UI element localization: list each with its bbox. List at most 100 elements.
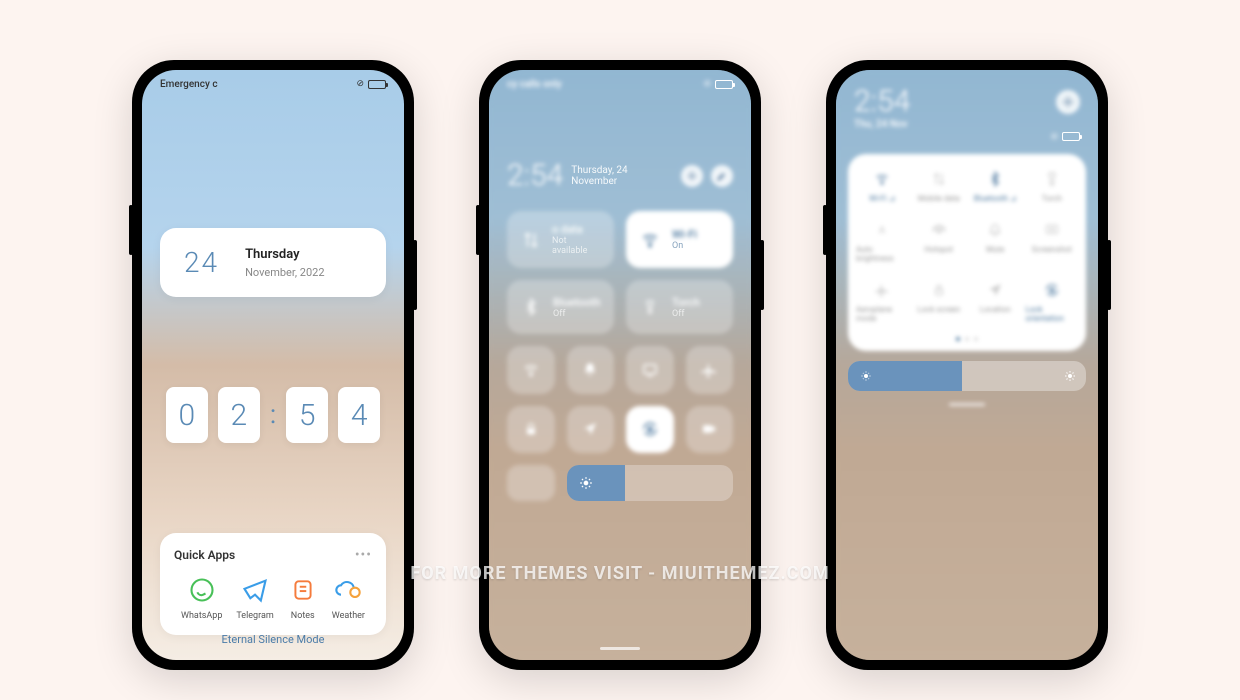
app-telegram[interactable]: Telegram [236,575,273,621]
date-weekday: Thursday [245,247,324,262]
date-widget[interactable]: 24 Thursday November, 2022 [160,228,386,297]
tile-bluetooth[interactable]: Bluetooth Off [507,280,614,334]
edit-button[interactable] [711,165,733,187]
mute-icon: ⊘ [703,79,711,89]
toggle-label: Auto brightness [856,245,909,263]
brightness-a-icon: A [874,221,890,239]
quick-apps-card: Quick Apps ••• WhatsApp Telegram [160,533,386,635]
theme-name-label: Eternal Silence Mode [142,633,404,646]
ns-date: Thu, 24 Nov [854,119,1080,130]
rotate-icon [1044,281,1060,299]
app-weather[interactable]: Weather [332,575,365,621]
notes-icon [288,575,318,605]
date-day: 24 [184,246,219,279]
lock-icon [931,281,947,299]
toggle-wifi[interactable]: Wi-Fi ⊿ [856,170,909,203]
toggle-bell[interactable]: Mute [969,221,1022,263]
wifi-icon [638,230,662,250]
toggle-wifi[interactable] [507,346,555,394]
phone-mockup-notification-shade: 2:54 Thu, 24 Nov ⊘ Wi-Fi ⊿Mobile dataBlu… [826,60,1108,670]
toggle-rotate[interactable]: Lock orientation [1026,281,1079,323]
brightness-low-icon [860,370,872,382]
torch-icon [1044,170,1060,188]
toggle-lock[interactable]: Lock screen [913,281,966,323]
auto-brightness-toggle[interactable] [507,465,555,501]
clock-digit: 4 [338,387,380,443]
svg-text:A: A [879,225,886,236]
whatsapp-icon [187,575,217,605]
toggle-torch[interactable]: Torch [1026,170,1079,203]
toggle-rotation-lock[interactable] [626,406,674,454]
battery-icon [368,80,386,89]
brightness-icon [579,476,593,490]
telegram-icon [240,575,270,605]
bluetooth-icon [987,170,1003,188]
toggle-label: Hotspot [924,245,953,254]
wifi-icon [874,170,890,188]
brightness-slider[interactable] [848,361,1086,391]
toggle-label: Torch [1042,194,1062,203]
clock-digit: 5 [286,387,328,443]
toggle-lock[interactable] [507,406,555,454]
mute-icon: ⊘ [1050,132,1058,142]
status-carrier: Emergency c [160,79,218,90]
tile-wifi[interactable]: Wi-Fi On [626,211,733,268]
status-icons: ⊘ [703,79,733,89]
toggle-hotspot[interactable]: Hotspot [913,221,966,263]
status-bar: cy calls only ⊘ [489,70,751,98]
toggle-airplane[interactable]: Aeroplane mode [856,281,909,323]
app-notes[interactable]: Notes [288,575,318,621]
toggle-location[interactable] [567,406,615,454]
toggle-label: Bluetooth ⊿ [974,194,1017,203]
more-button[interactable]: ••• [355,547,372,563]
brightness-slider[interactable] [567,465,733,501]
screenshot-icon [1044,221,1060,239]
toggle-airplane[interactable] [686,346,734,394]
phone-mockup-control-center: cy calls only ⊘ 2:54 Thursday, 24 Novemb… [479,60,761,670]
quick-toggles-panel: Wi-Fi ⊿ Mobile data Bluetooth ⊿ Torch A Auto … [848,154,1086,351]
drag-handle[interactable] [600,647,640,650]
airplane-icon [874,281,890,299]
weather-icon [333,575,363,605]
toggle-label: Location [980,305,1011,314]
toggle-mute[interactable] [567,346,615,394]
toggle-label: Aeroplane mode [856,305,909,323]
toggle-label: Screenshot [1032,245,1072,254]
toggle-screenshot[interactable]: Screenshot [1026,221,1079,263]
toggle-bluetooth[interactable]: Bluetooth ⊿ [969,170,1022,203]
status-carrier: cy calls only [507,79,562,90]
cc-clock: 2:54 [507,158,563,193]
battery-icon [1062,132,1080,141]
clock-digit: 2 [218,387,260,443]
clock-digit: 0 [166,387,208,443]
phone-mockup-lockscreen: Emergency c ⊘ 24 Thursday November, 2022… [132,60,414,670]
data-icon [931,170,947,188]
settings-button[interactable] [681,165,703,187]
location-icon [987,281,1003,299]
toggle-label: Lock screen [917,305,960,314]
data-icon [519,230,542,250]
toggle-label: Mobile data [918,194,960,203]
bluetooth-icon [519,298,543,316]
toggle-label: Lock orientation [1026,305,1079,323]
mute-icon: ⊘ [356,79,364,89]
toggle-brightness-a[interactable]: A Auto brightness [856,221,909,263]
tile-torch[interactable]: Torch Off [626,280,733,334]
drag-handle[interactable] [949,403,985,406]
date-month-year: November, 2022 [245,266,324,279]
clock-widget[interactable]: 0 2 : 5 4 [142,387,404,443]
toggle-label: Wi-Fi ⊿ [869,194,895,203]
toggle-location[interactable]: Location [969,281,1022,323]
page-indicator [856,337,1078,341]
cc-date: Thursday, 24 November [571,165,673,187]
battery-icon [715,80,733,89]
toggle-cast[interactable] [626,346,674,394]
tile-mobile-data[interactable]: o data Not available [507,211,614,268]
app-whatsapp[interactable]: WhatsApp [181,575,222,621]
toggle-data[interactable]: Mobile data [913,170,966,203]
torch-icon [638,299,662,315]
brightness-high-icon [1064,370,1076,382]
settings-button[interactable] [1056,90,1080,114]
toggle-screen-record[interactable] [686,406,734,454]
status-icons: ⊘ [854,132,1080,142]
